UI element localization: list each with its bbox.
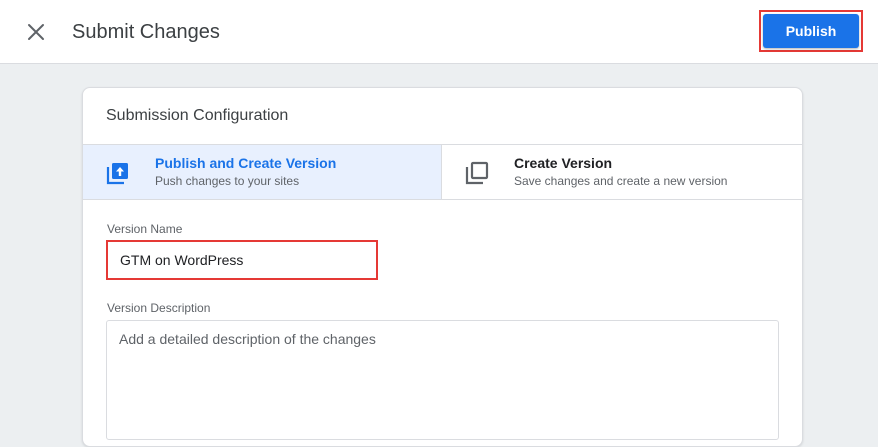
option-description: Push changes to your sites xyxy=(155,174,300,188)
top-bar: Submit Changes Publish xyxy=(0,0,878,64)
option-name: Create Version xyxy=(514,155,613,171)
version-name-label: Version Name xyxy=(107,222,183,236)
version-name-highlight xyxy=(106,240,378,280)
option-name: Publish and Create Version xyxy=(155,155,337,171)
submission-type-selector: Publish and Create Version Push changes … xyxy=(83,144,802,200)
version-description-textarea[interactable] xyxy=(106,320,779,440)
publish-upload-icon xyxy=(106,163,128,185)
close-button[interactable] xyxy=(22,18,50,46)
close-icon xyxy=(28,24,44,40)
option-create-version[interactable]: Create Version Save changes and create a… xyxy=(442,145,802,199)
version-name-input[interactable] xyxy=(108,242,376,278)
option-publish-and-create-version[interactable]: Publish and Create Version Push changes … xyxy=(83,145,442,199)
option-description: Save changes and create a new version xyxy=(514,174,728,188)
card-title: Submission Configuration xyxy=(106,107,289,124)
submission-configuration-card: Submission Configuration Publish and Cre… xyxy=(82,87,803,447)
page-title: Submit Changes xyxy=(72,21,220,43)
publish-button[interactable]: Publish xyxy=(763,14,859,48)
version-copy-icon xyxy=(465,161,489,185)
publish-button-highlight: Publish xyxy=(759,10,863,52)
version-description-label: Version Description xyxy=(107,301,211,315)
